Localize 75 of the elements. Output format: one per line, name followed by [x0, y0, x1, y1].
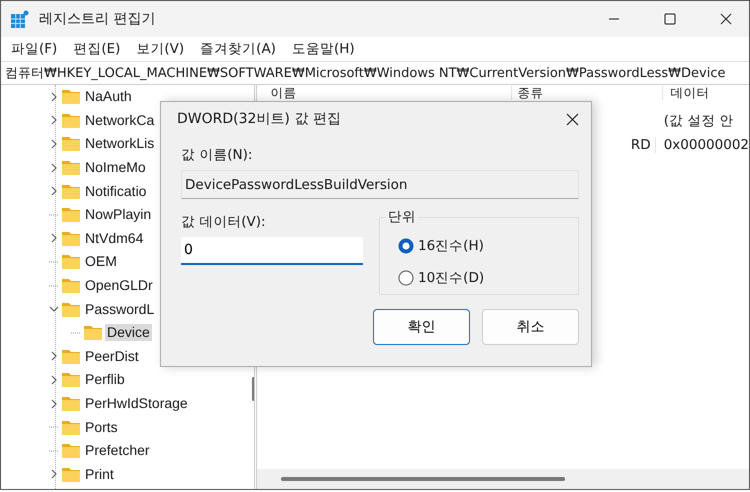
name-field[interactable]: DevicePasswordLessBuildVersion [181, 170, 579, 199]
column-header[interactable]: 종류 [512, 86, 663, 100]
folder-icon [62, 278, 80, 294]
radio-button[interactable] [398, 238, 414, 254]
registry-icon [11, 10, 29, 28]
tree-item[interactable]: Device [105, 324, 152, 342]
folder-icon [62, 348, 80, 364]
tree-item[interactable]: Notificatio [83, 182, 148, 200]
tree-item[interactable]: NetworkLis [83, 135, 156, 152]
menu-item[interactable]: 파일(F) [9, 40, 60, 58]
tree-item[interactable]: PasswordL [83, 300, 156, 318]
menu-item[interactable]: 보기(V) [134, 40, 186, 58]
dialog-title: DWORD(32비트) 값 편집 [177, 110, 341, 128]
address-bar[interactable]: 컴퓨터₩HKEY_LOCAL_MACHINE₩SOFTWARE₩Microsoft₩Windows NT₩CurrentVersion₩PasswordLess₩Device [1, 61, 749, 85]
chevron-down-icon[interactable] [49, 304, 59, 314]
tree-item[interactable]: OpenGLDr [83, 277, 155, 294]
column-header[interactable]: 이름 [262, 86, 512, 100]
dialog-button[interactable]: 확인 [373, 309, 470, 345]
close-icon[interactable] [720, 13, 732, 25]
tree-item[interactable]: NtVdm64 [83, 230, 146, 247]
folder-icon [62, 254, 80, 270]
tree-item[interactable]: Ports [83, 418, 120, 436]
folder-icon [84, 325, 102, 340]
maximize-icon[interactable] [664, 13, 676, 25]
tree-item[interactable]: PeerDist [83, 348, 141, 365]
tree-item[interactable]: NowPlayin [83, 206, 154, 224]
folder-icon [62, 396, 80, 412]
folder-icon [62, 207, 80, 222]
tree-item[interactable]: Prefetcher [83, 442, 152, 460]
column-header[interactable]: 데이터 [662, 86, 710, 100]
folder-icon [62, 372, 80, 388]
folder-icon [62, 160, 80, 176]
tree-item[interactable]: NaAuth [83, 88, 134, 106]
menu-item[interactable]: 편집(E) [71, 40, 122, 58]
close-icon[interactable] [566, 112, 579, 126]
tree-item[interactable]: Perflib [83, 371, 127, 388]
folder-icon [62, 112, 80, 128]
field-label: 값 데이터(V): [181, 213, 267, 231]
chevron-right-icon[interactable] [49, 398, 59, 409]
window-title: 레지스트리 편집기 [39, 10, 156, 28]
chevron-right-icon[interactable] [49, 233, 59, 244]
chevron-right-icon[interactable] [49, 92, 59, 102]
radio-button[interactable] [398, 270, 414, 286]
tree-item[interactable]: NoImeMo [83, 159, 148, 176]
chevron-right-icon[interactable] [49, 374, 59, 385]
menu-item[interactable]: 즐겨찾기(A) [198, 40, 278, 58]
group-label: 단위 [386, 208, 418, 226]
table-cell: RD [630, 137, 651, 153]
table-cell-text: 0x00000002 [662, 137, 749, 153]
folder-icon [62, 302, 80, 317]
chevron-right-icon[interactable] [49, 162, 59, 173]
tree-item[interactable]: OEM [83, 253, 119, 270]
folder-icon [62, 184, 80, 199]
chevron-right-icon[interactable] [49, 351, 59, 362]
chevron-right-icon[interactable] [49, 138, 59, 149]
menu-item[interactable]: 도움말(H) [290, 40, 357, 58]
radio-label[interactable]: 10진수(D) [418, 262, 484, 294]
chevron-right-icon[interactable] [49, 186, 59, 196]
chevron-right-icon[interactable] [49, 115, 59, 126]
folder-icon [62, 230, 80, 246]
folder-icon [62, 136, 80, 152]
folder-icon [62, 466, 80, 482]
tree-item[interactable]: NetworkCa [83, 112, 156, 129]
dialog-button[interactable]: 취소 [482, 309, 579, 345]
folder-icon [62, 89, 80, 104]
value-field[interactable]: 0 [181, 237, 363, 265]
table-cell-text: (값 설정 안 [662, 112, 734, 130]
tree-item[interactable]: Print [83, 466, 116, 483]
folder-icon [62, 443, 80, 458]
field-label: 값 이름(N): [181, 146, 254, 164]
chevron-right-icon[interactable] [49, 469, 59, 480]
scrollbar-thumb[interactable] [280, 477, 565, 481]
folder-icon [62, 420, 80, 435]
tree-item[interactable]: PerHwIdStorage [83, 395, 190, 412]
radio-label[interactable]: 16진수(H) [418, 230, 484, 262]
